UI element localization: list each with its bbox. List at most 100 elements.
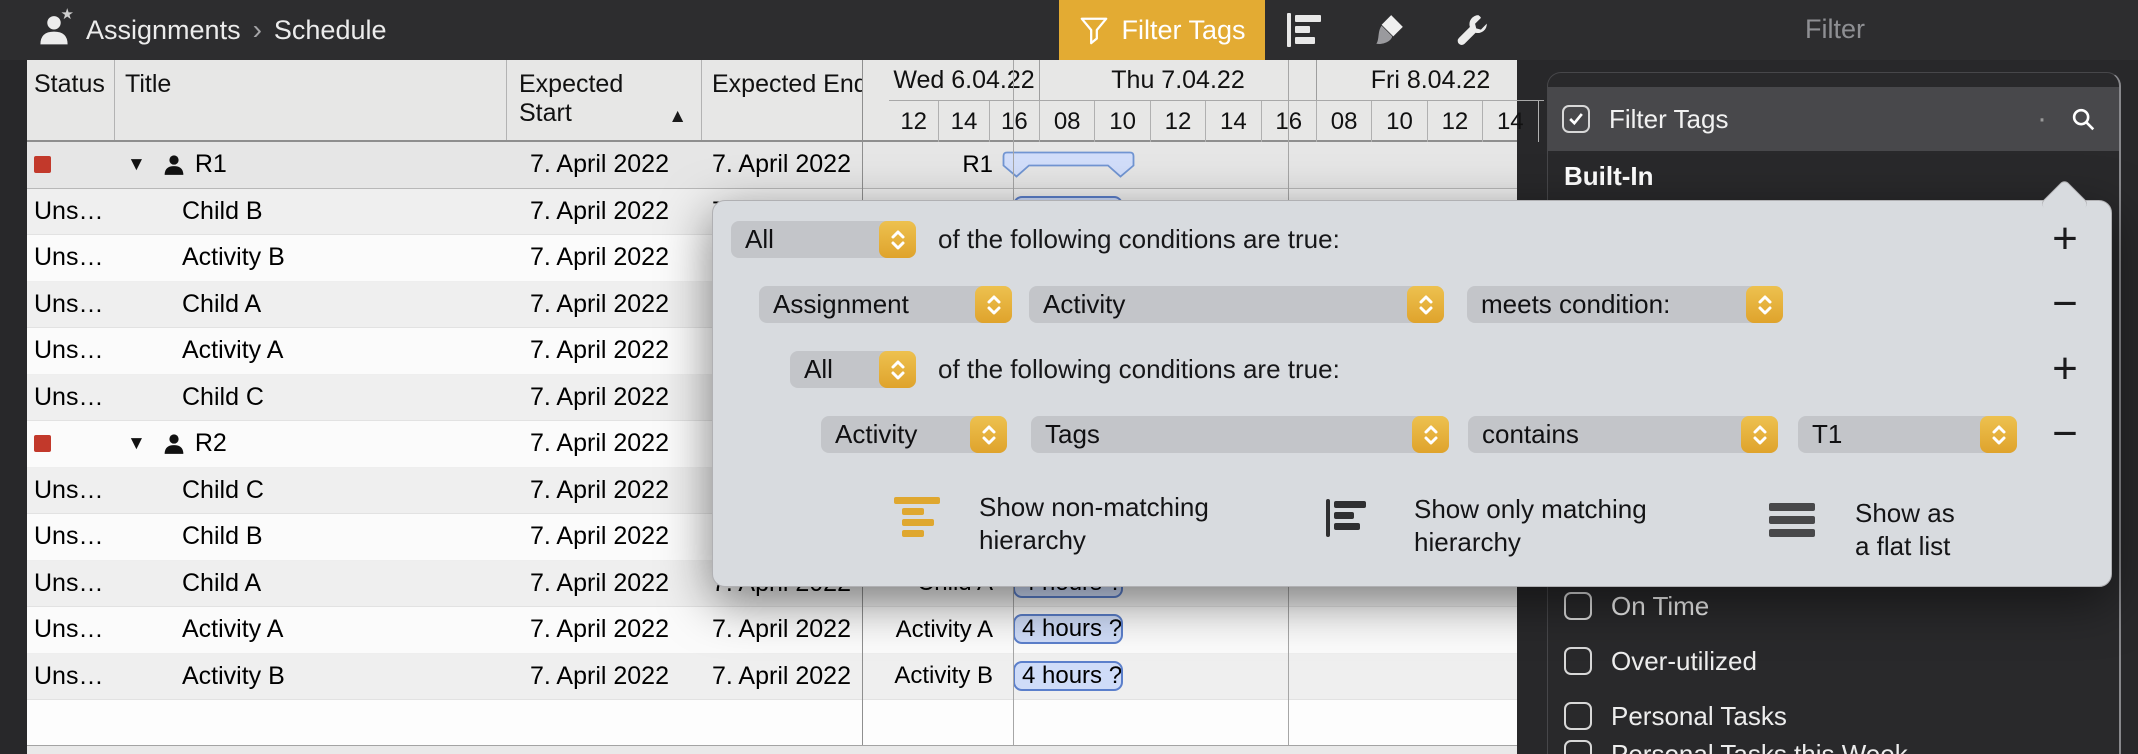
- row-title: Activity B: [182, 243, 285, 272]
- cell-title: Child A: [115, 561, 507, 607]
- display-option-flat-list[interactable]: Show as a flat list: [1769, 498, 1955, 563]
- gantt-hour-row: 12141608101214160810121416: [889, 101, 1544, 142]
- cell-expected-start: 7. April 2022: [530, 475, 669, 504]
- person-icon: [163, 154, 185, 176]
- task-bar[interactable]: 4 hours ?: [1013, 660, 1123, 691]
- status-text: Uns…: [34, 568, 104, 597]
- condition-select[interactable]: Activity: [1029, 286, 1444, 323]
- chevron-up-down-icon[interactable]: [1407, 286, 1444, 323]
- row-title: Activity A: [182, 615, 284, 644]
- chevron-up-down-icon[interactable]: [879, 221, 916, 258]
- gantt-hour-label: 16: [990, 101, 1040, 142]
- cell-status: Uns…: [27, 561, 115, 607]
- chevron-up-down-icon[interactable]: [879, 351, 916, 388]
- condition-select[interactable]: Assignment: [759, 286, 1012, 323]
- gantt-row-label: R1: [962, 150, 993, 178]
- status-text: Uns…: [34, 289, 104, 318]
- sidebar-filter-item[interactable]: Personal Tasks this Week: [1548, 732, 2119, 754]
- filter-item-checkbox[interactable]: [1564, 740, 1592, 754]
- condition-select[interactable]: All: [731, 221, 916, 258]
- sidebar-filter-item[interactable]: Over-utilized: [1548, 639, 2119, 683]
- filter-tags-panel-header[interactable]: Filter Tags ·: [1548, 87, 2119, 151]
- breadcrumb-item-schedule[interactable]: Schedule: [274, 15, 387, 46]
- section-heading-built-in: Built-In: [1564, 161, 1654, 191]
- cell-status: Uns…: [27, 328, 115, 374]
- horizontal-scrollbar-track[interactable]: [27, 745, 1517, 754]
- wrench-glyph: [1457, 15, 1487, 45]
- filter-tags-checkbox[interactable]: [1562, 105, 1590, 133]
- condition-select[interactable]: Activity: [821, 416, 1007, 453]
- table-row[interactable]: Uns… Activity B 7. April 2022 7. April 2022…: [27, 653, 1517, 700]
- search-icon[interactable]: [2069, 105, 2097, 133]
- column-header-title[interactable]: Title: [115, 60, 507, 140]
- condition-select[interactable]: contains: [1468, 416, 1778, 453]
- add-condition-button[interactable]: +: [2043, 345, 2087, 393]
- column-header-expected-end[interactable]: Expected End: [702, 60, 862, 140]
- column-header-expected-start[interactable]: Expected Start ▲: [507, 60, 702, 140]
- cell-title: Activity B: [115, 654, 507, 700]
- cell-title: Child B: [115, 189, 507, 235]
- table-row[interactable]: ▼ R1 7. April 2022 7. April 2022 R1: [27, 142, 1517, 189]
- remove-condition-button[interactable]: −: [2043, 410, 2087, 458]
- hierarchy-icon[interactable]: [1276, 0, 1332, 60]
- chevron-up-down-icon[interactable]: [1741, 416, 1778, 453]
- sort-ascending-icon[interactable]: ▲: [668, 102, 687, 131]
- cell-status: Uns…: [27, 514, 115, 560]
- filter-item-label: Over-utilized: [1611, 645, 1757, 676]
- sidebar-filter-item[interactable]: On Time: [1548, 584, 2119, 628]
- cell-expected-start: 7. April 2022: [530, 336, 669, 365]
- status-text: Uns…: [34, 336, 104, 365]
- display-option-non-matching[interactable]: Show non-matching hierarchy: [894, 492, 1209, 557]
- cell-expected-start: 7. April 2022: [530, 382, 669, 411]
- column-header-status[interactable]: Status: [27, 60, 115, 140]
- gantt-day-row: Wed 6.04.22 Thu 7.04.22 Fri 8.04.22: [889, 60, 1544, 101]
- chevron-up-down-icon[interactable]: [975, 286, 1012, 323]
- checkmark-icon: [1569, 113, 1583, 126]
- gantt-hour-label: 14: [939, 101, 990, 142]
- star-badge-icon: ★: [60, 6, 74, 23]
- condition-select[interactable]: All: [790, 351, 916, 388]
- filter-item-checkbox[interactable]: [1564, 647, 1592, 675]
- filter-tags-button[interactable]: Filter Tags: [1059, 0, 1265, 60]
- select-value: Activity: [835, 419, 918, 449]
- condition-select[interactable]: meets condition:: [1467, 286, 1783, 323]
- filter-tags-button-label: Filter Tags: [1121, 14, 1246, 45]
- cell-status: Uns…: [27, 235, 115, 281]
- status-text: Uns…: [34, 661, 104, 690]
- remove-condition-button[interactable]: −: [2043, 280, 2087, 328]
- display-option-label: Show non-matching hierarchy: [979, 492, 1209, 555]
- filter-item-checkbox[interactable]: [1564, 702, 1592, 730]
- disclosure-triangle-icon[interactable]: ▼: [127, 154, 146, 176]
- condition-select[interactable]: Tags: [1031, 416, 1449, 453]
- row-title: R2: [194, 429, 227, 458]
- cell-title: Child B: [115, 514, 507, 560]
- cell-title: ▼ R2: [115, 421, 507, 467]
- wrench-icon[interactable]: [1444, 0, 1500, 60]
- status-text: Uns…: [34, 243, 104, 272]
- cell-expected-start: 7. April 2022: [530, 661, 669, 690]
- row-title: Child A: [182, 289, 262, 318]
- brush-icon[interactable]: [1360, 0, 1416, 60]
- chevron-up-down-icon[interactable]: [1746, 286, 1783, 323]
- cell-status: [27, 142, 115, 188]
- task-bar[interactable]: 4 hours ?: [1013, 614, 1123, 644]
- breadcrumb-item-assignments[interactable]: Assignments: [86, 15, 241, 46]
- filter-item-checkbox[interactable]: [1564, 592, 1592, 620]
- person-star-icon: ★: [38, 7, 74, 46]
- chevron-up-down-icon[interactable]: [1980, 416, 2017, 453]
- cell-status: Uns…: [27, 282, 115, 328]
- condition-select[interactable]: T1: [1798, 416, 2017, 453]
- table-row[interactable]: Uns… Activity A 7. April 2022 7. April 2022…: [27, 607, 1517, 654]
- hierarchy-matching-icon: [1326, 499, 1370, 537]
- add-condition-button[interactable]: +: [2043, 215, 2087, 263]
- chevron-up-down-icon[interactable]: [970, 416, 1007, 453]
- status-text: Uns…: [34, 382, 104, 411]
- chevron-up-down-icon[interactable]: [1412, 416, 1449, 453]
- cell-status: Uns…: [27, 654, 115, 700]
- display-option-only-matching[interactable]: Show only matching hierarchy: [1326, 494, 1647, 559]
- cell-expected-end: 7. April 2022: [712, 150, 851, 179]
- disclosure-triangle-icon[interactable]: ▼: [127, 433, 146, 455]
- gantt-header: Wed 6.04.22 Thu 7.04.22 Fri 8.04.22 12 14 16…: [889, 60, 1544, 142]
- summary-bar[interactable]: [1002, 151, 1135, 185]
- breadcrumb[interactable]: ★ Assignments › Schedule: [38, 0, 387, 60]
